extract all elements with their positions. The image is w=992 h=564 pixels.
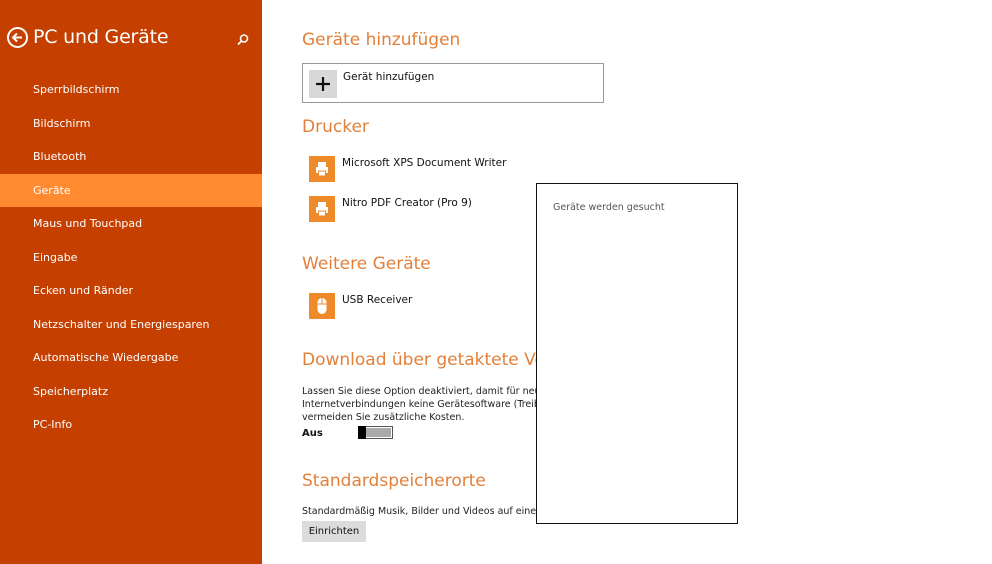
plus-icon <box>309 70 337 98</box>
sidebar-item-autoplay[interactable]: Automatische Wiedergabe <box>0 341 262 375</box>
section-title-metered: Download über getaktete Verbi <box>302 350 568 370</box>
section-title-storage: Standardspeicherorte <box>302 471 486 491</box>
toggle-knob <box>358 426 366 439</box>
section-title-add: Geräte hinzufügen <box>302 30 461 50</box>
mouse-icon <box>309 293 335 319</box>
device-name: Nitro PDF Creator (Pro 9) <box>342 197 472 209</box>
device-xps-writer[interactable]: Microsoft XPS Document Writer <box>309 156 539 184</box>
back-arrow-icon[interactable] <box>7 27 28 48</box>
section-title-other: Weitere Geräte <box>302 254 431 274</box>
device-usb-receiver[interactable]: USB Receiver <box>309 293 539 321</box>
metered-description-line-1: Lassen Sie diese Option deaktiviert, dam… <box>302 386 573 397</box>
add-device-button[interactable]: Gerät hinzufügen <box>302 63 604 103</box>
metered-download-toggle[interactable] <box>358 426 393 439</box>
add-device-label: Gerät hinzufügen <box>343 71 435 83</box>
sidebar-item-geraete[interactable]: Geräte <box>0 173 262 207</box>
sidebar-item-ecken-raender[interactable]: Ecken und Ränder <box>0 274 262 308</box>
device-name: USB Receiver <box>342 294 413 306</box>
toggle-state-label: Aus <box>302 428 323 439</box>
sidebar-header: PC und Geräte <box>0 22 262 58</box>
printer-icon <box>309 156 335 182</box>
sidebar-nav: Sperrbildschirm Bildschirm Bluetooth Ger… <box>0 73 262 442</box>
sidebar-item-sperrbildschirm[interactable]: Sperrbildschirm <box>0 73 262 107</box>
search-status-text: Geräte werden gesucht <box>553 202 665 213</box>
device-name: Microsoft XPS Document Writer <box>342 157 507 169</box>
page-title: PC und Geräte <box>33 26 169 48</box>
storage-description: Standardmäßig Musik, Bilder und Videos a… <box>302 506 569 517</box>
metered-description-line-3: vermeiden Sie zusätzliche Kosten. <box>302 412 465 423</box>
sidebar-item-maus-touchpad[interactable]: Maus und Touchpad <box>0 207 262 241</box>
sidebar-item-bildschirm[interactable]: Bildschirm <box>0 107 262 141</box>
device-nitro-pdf[interactable]: Nitro PDF Creator (Pro 9) <box>309 196 539 224</box>
sidebar-item-eingabe[interactable]: Eingabe <box>0 241 262 275</box>
printer-icon <box>309 196 335 222</box>
setup-button[interactable]: Einrichten <box>302 521 366 542</box>
sidebar-item-netzschalter[interactable]: Netzschalter und Energiesparen <box>0 308 262 342</box>
sidebar: PC und Geräte Sperrbildschirm Bildschirm… <box>0 0 262 564</box>
metered-description-line-2: Internetverbindungen keine Gerätesoftwar… <box>302 399 574 410</box>
search-icon[interactable] <box>236 32 250 46</box>
sidebar-item-pc-info[interactable]: PC-Info <box>0 408 262 442</box>
device-search-flyout: Geräte werden gesucht <box>536 183 738 524</box>
sidebar-item-bluetooth[interactable]: Bluetooth <box>0 140 262 174</box>
sidebar-item-speicherplatz[interactable]: Speicherplatz <box>0 375 262 409</box>
section-title-printers: Drucker <box>302 117 369 137</box>
